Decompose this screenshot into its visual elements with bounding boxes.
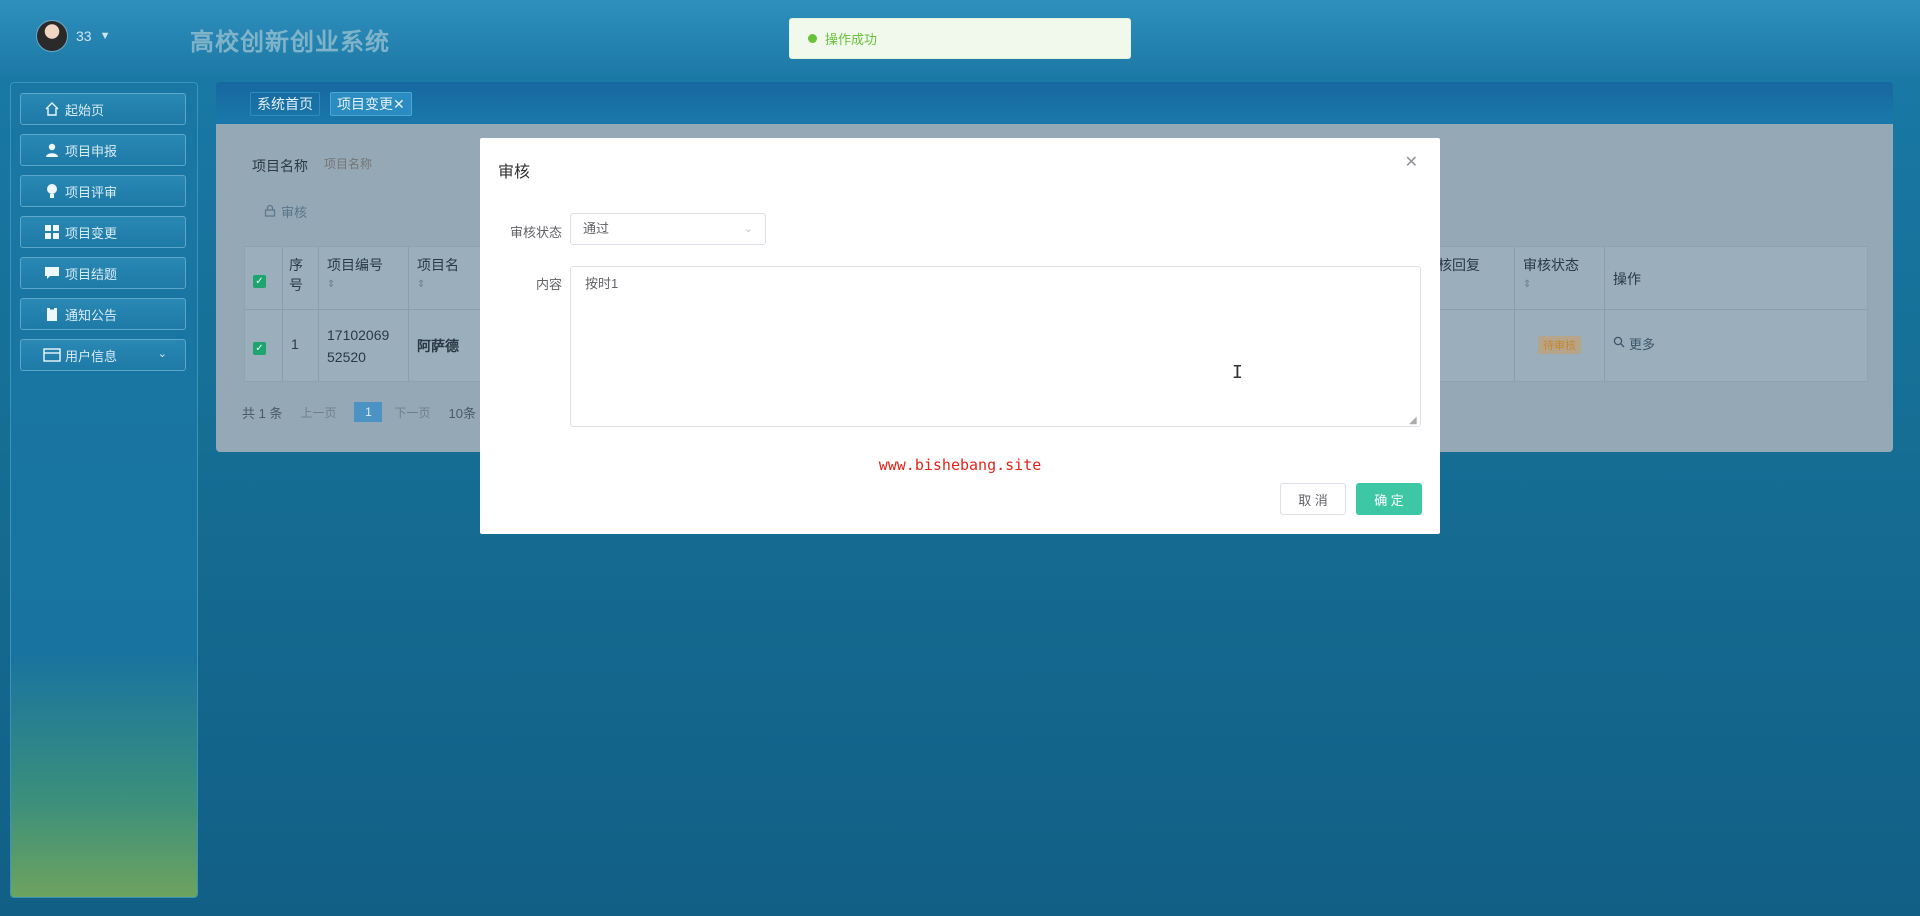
content-label: 内容 [535, 277, 562, 292]
sidebar-item-project-closure[interactable]: 项目结题 [20, 257, 186, 289]
close-icon[interactable]: ✕ [1405, 152, 1418, 172]
select-all-cell[interactable]: ✓ [245, 247, 283, 309]
resize-handle-icon[interactable]: ◢ [1409, 415, 1417, 426]
tab-strip: 系统首页 项目变更✕ [216, 82, 1893, 124]
audit-button-label: 审核 [281, 205, 308, 220]
user-menu[interactable]: 33 ▼ [36, 20, 110, 52]
more-link[interactable]: 更多 [1613, 334, 1859, 353]
header-audit-reply: 核回复 [1429, 247, 1515, 309]
home-icon [43, 100, 61, 118]
audit-status-select[interactable]: 通过 ⌄ [570, 213, 766, 245]
row-index: 1 [283, 309, 319, 381]
header-actions: 操作 [1613, 271, 1641, 287]
sort-icon[interactable]: ⇕ [1523, 279, 1596, 290]
sidebar-item-label: 用户信息 [65, 348, 118, 364]
audit-dialog: 审核 ✕ 审核状态 通过 ⌄ 内容 按时1 ◢ I www.bishebang.… [480, 138, 1440, 534]
cancel-button[interactable]: 取 消 [1280, 483, 1346, 515]
toast-message: 操作成功 [825, 32, 878, 47]
row-audit-reply [1429, 309, 1515, 381]
sidebar-item-project-apply[interactable]: 项目申报 [20, 134, 186, 166]
clipboard-icon [43, 305, 61, 323]
search-label: 项目名称 [252, 158, 308, 174]
row-project-code: 17102069 52520 [319, 309, 409, 381]
audit-button[interactable]: 审核 [264, 202, 307, 221]
header-project-code[interactable]: 项目编号 ⇕ [319, 247, 409, 309]
header-index: 序号 [283, 247, 319, 309]
bulb-icon [43, 182, 61, 200]
pagination-prev[interactable]: 上一页 [300, 404, 336, 421]
sidebar-item-label: 起始页 [65, 102, 105, 118]
search-icon [1613, 336, 1625, 351]
sidebar-item-label: 项目申报 [65, 143, 118, 159]
pagination-next[interactable]: 下一页 [394, 404, 430, 421]
status-label: 审核状态 [509, 225, 562, 240]
lock-icon [264, 204, 276, 220]
avatar[interactable] [36, 20, 68, 52]
chevron-down-icon[interactable]: ⌄ [744, 214, 753, 244]
pagination-page-size[interactable]: 10条 [449, 403, 476, 422]
grid-icon [43, 223, 61, 241]
sidebar: 起始页 项目申报 项目评审 项目变更 项目结题 通知公告 用户信息 ⌄ [10, 82, 198, 898]
row-checkbox[interactable]: ✓ [253, 342, 266, 355]
sidebar-item-project-change[interactable]: 项目变更 [20, 216, 186, 248]
search-input[interactable] [322, 147, 466, 181]
row-actions: 更多 [1605, 309, 1867, 381]
success-toast: 操作成功 [789, 18, 1131, 59]
row-select-cell[interactable]: ✓ [245, 309, 283, 381]
success-icon [808, 34, 817, 43]
username[interactable]: 33 [76, 28, 92, 44]
sidebar-item-label: 通知公告 [65, 307, 118, 323]
sidebar-item-label: 项目评审 [65, 184, 118, 200]
watermark: www.bishebang.site [878, 456, 1042, 474]
select-all-checkbox[interactable]: ✓ [253, 275, 266, 288]
row-audit-status: 待审核 [1515, 309, 1605, 381]
status-badge: 待审核 [1538, 336, 1581, 354]
confirm-button[interactable]: 确 定 [1356, 483, 1422, 515]
content-textarea[interactable]: 按时1 [570, 266, 1421, 427]
sidebar-item-home[interactable]: 起始页 [20, 93, 186, 125]
sidebar-item-notices[interactable]: 通知公告 [20, 298, 186, 330]
pagination: 共 1 条 上一页 1 下一页 10条 [242, 402, 494, 422]
chevron-down-icon[interactable]: ⌄ [158, 347, 167, 360]
audit-status-value: 通过 [583, 221, 610, 236]
caret-down-icon[interactable]: ▼ [100, 30, 111, 42]
user-icon [43, 141, 61, 159]
wallet-icon [43, 346, 61, 364]
dialog-title: 审核 [498, 164, 531, 181]
sidebar-item-label: 项目变更 [65, 225, 118, 241]
system-title: 高校创新创业系统 [190, 29, 390, 56]
sidebar-item-project-review[interactable]: 项目评审 [20, 175, 186, 207]
sort-icon[interactable]: ⇕ [327, 279, 400, 290]
sidebar-item-user-info[interactable]: 用户信息 ⌄ [20, 339, 186, 371]
sidebar-item-label: 项目结题 [65, 266, 118, 282]
pagination-total: 共 1 条 [242, 405, 283, 421]
tab-project-change[interactable]: 项目变更✕ [330, 92, 412, 116]
chat-icon [43, 264, 61, 282]
pagination-current-page[interactable]: 1 [354, 402, 383, 422]
header-audit-status[interactable]: 审核状态 ⇕ [1515, 247, 1605, 309]
text-cursor-icon: I [1232, 362, 1243, 383]
tab-home[interactable]: 系统首页 [250, 92, 320, 116]
